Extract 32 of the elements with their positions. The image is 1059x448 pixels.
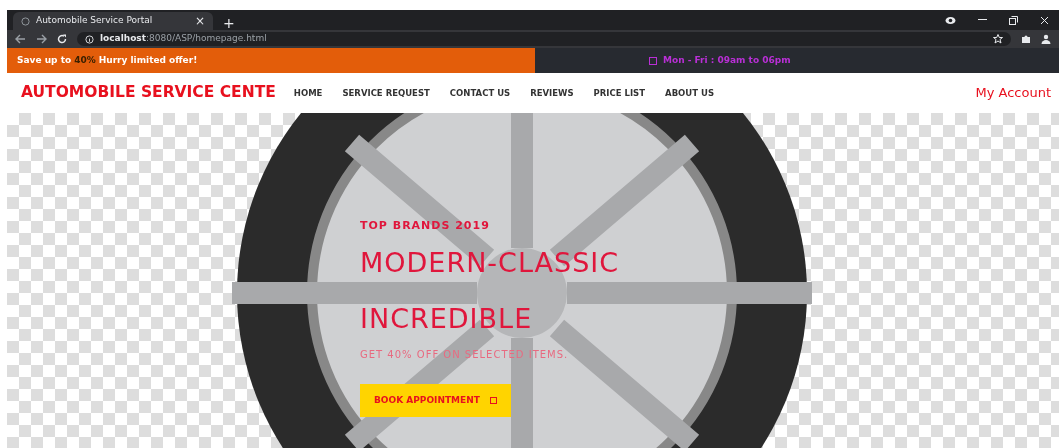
eyebrow-text: TOP BRANDS 2019 — [360, 218, 491, 234]
tab-title: Automobile Service Portal — [36, 14, 153, 28]
close-icon[interactable] — [1040, 15, 1049, 25]
info-icon — [85, 34, 94, 44]
forward-icon[interactable] — [36, 34, 47, 44]
discount-text: 40% — [74, 53, 96, 67]
minimize-icon[interactable] — [978, 19, 987, 21]
reload-icon[interactable] — [57, 34, 67, 44]
browser-tab[interactable]: Automobile Service Portal × — [13, 12, 213, 30]
nav-link[interactable]: REVIEWS — [520, 86, 584, 100]
restore-icon[interactable] — [1009, 15, 1018, 25]
address-field[interactable]: localhost:8080/ASP/homepage.html — [77, 32, 1011, 46]
offer-text: Hurry limited offer! — [98, 53, 198, 67]
account-link[interactable]: My Account — [975, 83, 1051, 103]
eye-icon[interactable] — [945, 15, 956, 25]
profile-icon[interactable] — [1041, 34, 1051, 44]
headline: INCREDIBLE — [360, 301, 534, 336]
nav-link[interactable]: HOME — [283, 86, 333, 100]
offer-text: Save up to — [17, 53, 72, 67]
nav-link[interactable]: CONTACT US — [439, 86, 521, 100]
subtitle: GET 40% OFF ON SELECTED ITEMS. — [360, 347, 570, 362]
close-tab-button[interactable]: × — [194, 15, 205, 27]
nav-link[interactable]: ABOUT US — [655, 86, 724, 100]
back-icon[interactable] — [15, 34, 26, 44]
url-text: localhost:8080/ASP/homepage.html — [100, 32, 267, 46]
star-icon[interactable] — [993, 34, 1003, 44]
nav-link[interactable]: PRICE LIST — [583, 86, 656, 100]
headline: MODERN-CLASSIC — [360, 245, 620, 280]
new-tab-button[interactable]: + — [213, 16, 245, 30]
opening-hours: Mon - Fri : 09am to 06pm — [663, 53, 791, 67]
brand-name[interactable]: AUTOMOBILE SERVICE CENTE — [21, 81, 276, 105]
nav-link[interactable]: SERVICE REQUEST — [332, 86, 440, 100]
